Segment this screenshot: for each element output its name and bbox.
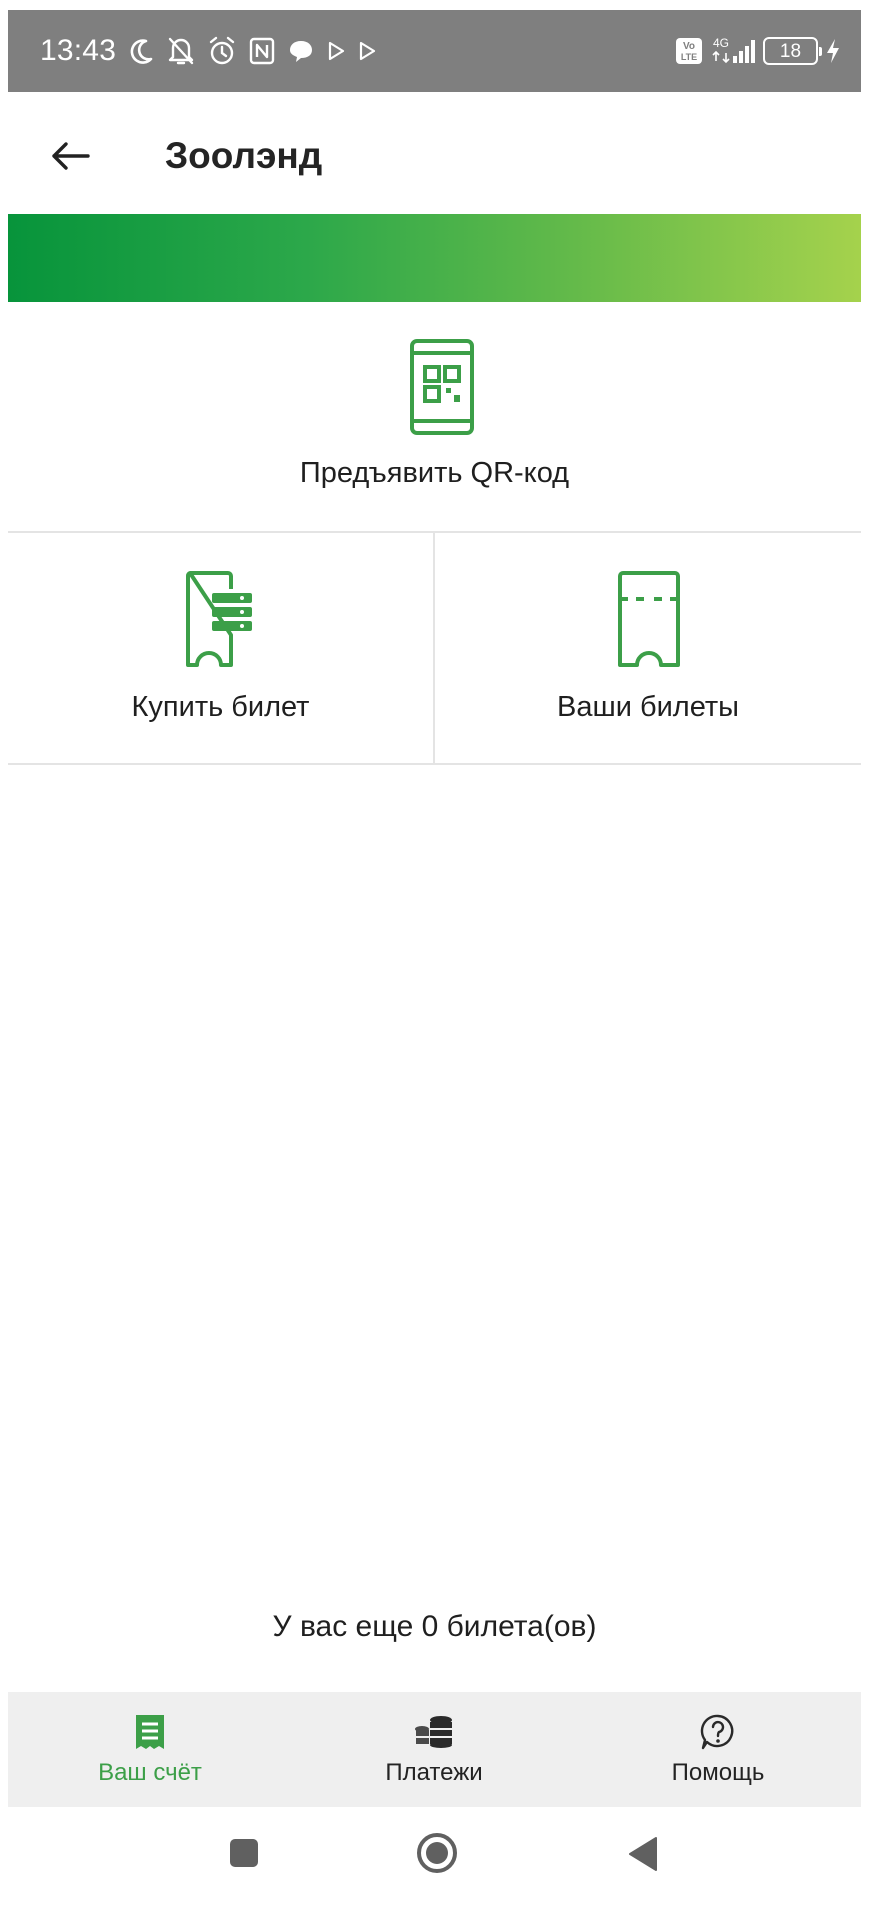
bell-off-icon (168, 37, 194, 65)
present-qr-label: Предъявить QR-код (299, 457, 570, 489)
home-button[interactable] (415, 1831, 459, 1875)
phone-qr-icon (410, 339, 474, 435)
back-button[interactable] (46, 132, 94, 180)
help-icon (700, 1714, 734, 1750)
buy-ticket-button[interactable]: Купить билет (8, 533, 435, 763)
back-nav-button[interactable] (625, 1835, 661, 1873)
system-navigation-bar (8, 1807, 861, 1906)
nav-item-payments[interactable]: Платежи (292, 1692, 576, 1807)
chat-bubble-icon (290, 41, 313, 62)
status-right: Vo LTE 4G 18 (675, 36, 841, 66)
nav-label-payments: Платежи (385, 1759, 483, 1786)
nav-label-account: Ваш счёт (98, 1759, 202, 1786)
app-header: Зоолэнд (8, 92, 861, 214)
status-left: 13:43 (40, 36, 376, 66)
status-bar: 13:43 Vo LTE 4G 18 (8, 10, 861, 92)
tickets-remaining-text: У вас еще 0 билета(ов) (272, 1610, 597, 1643)
notification-icons (128, 36, 376, 66)
nav-item-help[interactable]: Помощь (576, 1692, 860, 1807)
arrow-left-icon (52, 142, 90, 170)
buy-ticket-icon (186, 571, 252, 667)
receipt-icon (136, 1715, 164, 1749)
page-title: Зоолэнд (165, 135, 323, 176)
nfc-icon (249, 37, 275, 65)
my-tickets-button[interactable]: Ваши билеты (435, 533, 861, 763)
play-store-icon-2 (359, 41, 376, 61)
alarm-icon (209, 36, 235, 65)
ticket-icon (618, 571, 680, 667)
present-qr-button[interactable]: Предъявить QR-код (8, 302, 861, 533)
circle-icon (417, 1833, 457, 1873)
play-store-icon (328, 41, 345, 61)
moon-icon (130, 39, 153, 64)
network-type-label: 4G (713, 36, 729, 50)
svg-text:LTE: LTE (681, 52, 697, 62)
nav-label-help: Помощь (671, 1759, 765, 1786)
coins-icon (415, 1716, 452, 1748)
buy-ticket-label: Купить билет (131, 691, 310, 723)
recents-button[interactable] (226, 1835, 262, 1871)
bottom-nav: Ваш счёт Платежи Помощь (8, 1692, 861, 1807)
nav-item-account[interactable]: Ваш счёт (8, 1692, 292, 1807)
my-tickets-label: Ваши билеты (556, 691, 739, 723)
square-icon (230, 1839, 258, 1867)
triangle-back-icon (629, 1837, 657, 1871)
ticket-actions-row: Купить билет Ваши билеты (8, 533, 861, 765)
battery-level: 18 (779, 40, 802, 62)
header-banner (8, 214, 861, 302)
svg-text:Vo: Vo (683, 41, 695, 52)
volte-icon: Vo LTE (676, 38, 702, 64)
charging-icon (827, 39, 839, 63)
signal-icon: 4G (712, 36, 755, 64)
battery-icon: 18 (763, 37, 822, 65)
status-time: 13:43 (40, 34, 117, 67)
